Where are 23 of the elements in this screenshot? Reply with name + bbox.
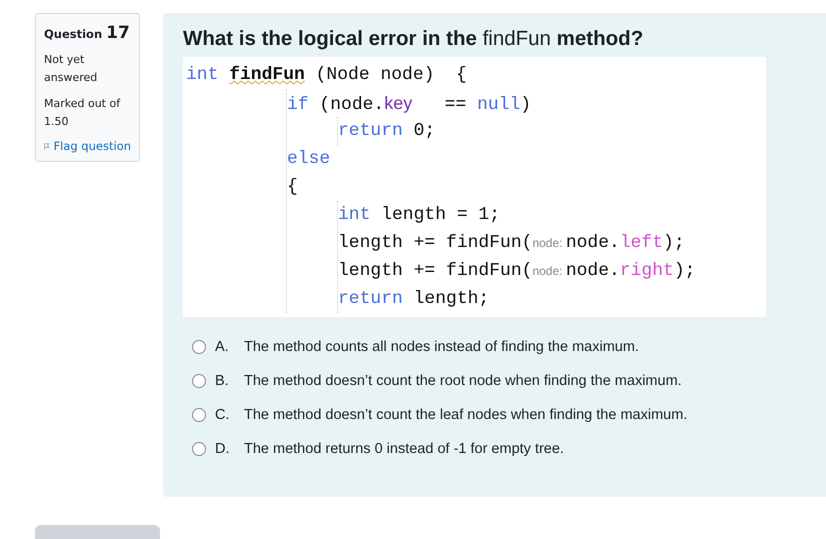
code-line: int findFun (Node node) { xyxy=(186,64,468,87)
radio-button[interactable] xyxy=(192,442,206,456)
question-number: Question 17 xyxy=(44,23,131,43)
answer-option[interactable]: B. The method doesn’t count the root node when finding the maximum. xyxy=(192,371,816,390)
code-line: return 0; xyxy=(338,120,436,143)
code-line: { xyxy=(287,176,299,199)
question-status: Not yet answered xyxy=(44,52,98,86)
code-line: int length = 1; xyxy=(338,204,502,227)
code-line: return length; xyxy=(338,288,490,311)
code-line: length += findFun(node: node.left); xyxy=(338,232,686,255)
answer-option[interactable]: D. The method returns 0 instead of -1 for empty tree. xyxy=(192,439,816,458)
radio-button[interactable] xyxy=(192,408,206,422)
question-title: What is the logical error in the findFun method? xyxy=(183,27,644,51)
answer-option[interactable]: A. The method counts all nodes instead of finding the maximum. xyxy=(192,337,816,356)
flag-icon xyxy=(44,140,50,152)
code-line: else xyxy=(287,148,332,171)
code-line: if (node.key == null) xyxy=(287,92,532,117)
radio-button[interactable] xyxy=(192,374,206,388)
code-line: length += findFun(node: node.right); xyxy=(338,260,696,283)
answer-option[interactable]: C. The method doesn’t count the leaf nodes when finding the maximum. xyxy=(192,405,816,424)
question-marks: Marked out of 1.50 xyxy=(44,96,122,130)
radio-button[interactable] xyxy=(192,340,206,354)
flag-question-link[interactable]: Flag question xyxy=(44,139,131,153)
